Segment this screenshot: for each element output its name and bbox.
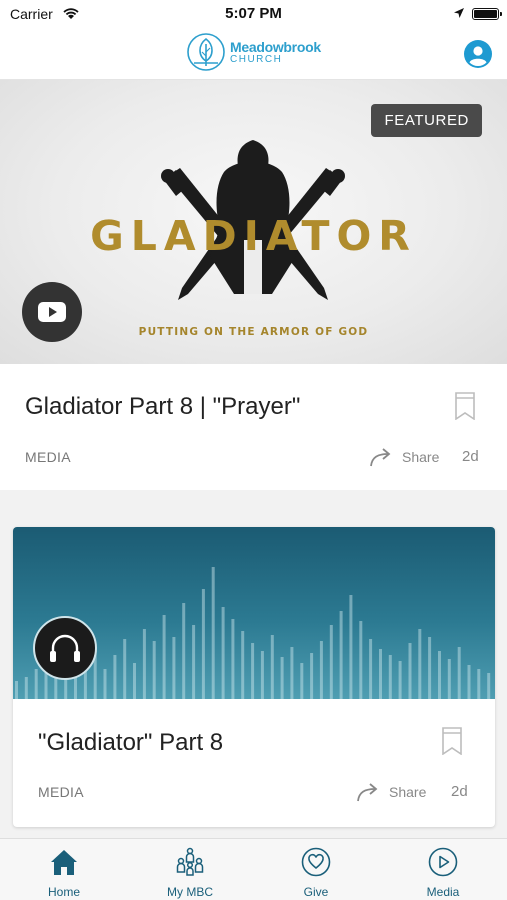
audio-card-title[interactable]: "Gladiator" Part 8 <box>38 729 223 757</box>
waveform-bar <box>418 629 422 699</box>
tab-give-label: Give <box>303 885 329 899</box>
clock: 5:07 PM <box>225 5 282 22</box>
share-arrow-icon <box>357 783 378 802</box>
waveform-bar <box>172 637 176 699</box>
share-button[interactable]: Share <box>357 782 426 802</box>
waveform-bar <box>329 625 333 699</box>
tab-media[interactable]: Media <box>393 839 493 900</box>
status-bar: Carrier 5:07 PM <box>0 0 507 28</box>
waveform-bar <box>280 657 284 699</box>
featured-card-category: MEDIA <box>25 449 71 465</box>
waveform-bar <box>182 603 186 699</box>
video-play-button[interactable] <box>22 282 82 342</box>
waveform-bar <box>260 651 264 699</box>
waveform-bar <box>241 631 245 699</box>
waveform-bar <box>231 619 235 699</box>
share-label: Share <box>402 449 440 465</box>
waveform-bar <box>398 661 402 699</box>
featured-media-card[interactable]: GLADIATOR PUTTING ON THE ARMOR OF GOD FE… <box>0 80 507 490</box>
battery-icon <box>472 8 502 20</box>
location-arrow-icon <box>454 8 464 18</box>
featured-badge: FEATURED <box>371 104 482 137</box>
waveform-bar <box>270 635 274 699</box>
audio-card-category: MEDIA <box>38 784 84 800</box>
waveform-bar <box>221 607 225 699</box>
tab-media-label: Media <box>426 885 460 899</box>
audio-waveform-banner[interactable] <box>13 527 495 699</box>
waveform-bar <box>319 641 323 699</box>
waveform-bar <box>349 595 353 699</box>
waveform-bar <box>428 637 432 699</box>
waveform-bar <box>379 649 382 699</box>
featured-hero-image[interactable]: GLADIATOR PUTTING ON THE ARMOR OF GOD FE… <box>0 80 507 364</box>
share-label: Share <box>389 784 427 800</box>
logo-subtitle: CHURCH <box>230 53 283 65</box>
tab-home-label: Home <box>47 885 80 899</box>
waveform-bar <box>487 673 491 699</box>
waveform-bar <box>103 669 107 699</box>
waveform-bar <box>369 639 373 699</box>
logo-name: Meadowbrook <box>230 38 321 55</box>
featured-card-age: 2d <box>462 448 479 465</box>
waveform-bar <box>15 681 18 699</box>
waveform-bar <box>477 669 481 699</box>
church-logo: Meadowbrook CHURCH <box>186 32 321 72</box>
waveform-bar <box>467 665 471 699</box>
waveform-bar <box>408 643 412 699</box>
waveform-bar <box>447 659 451 699</box>
waveform-bar <box>339 611 343 699</box>
waveform-bar <box>123 639 127 699</box>
headphones-icon <box>50 634 80 662</box>
waveform-bar <box>359 621 363 699</box>
audio-card-age: 2d <box>451 783 468 800</box>
tab-my-mbc-label: My MBC <box>167 885 213 899</box>
hero-series-title: GLADIATOR <box>90 212 417 260</box>
waveform-bar <box>438 651 441 699</box>
profile-icon[interactable] <box>464 40 492 68</box>
waveform-bar <box>113 655 117 699</box>
waveform-bar <box>201 589 205 699</box>
waveform-bar <box>24 677 28 699</box>
audio-play-button[interactable] <box>33 616 97 680</box>
audio-media-card[interactable]: "Gladiator" Part 8 MEDIA Share 2d <box>13 527 495 827</box>
tab-my-mbc[interactable]: My MBC <box>140 839 240 900</box>
play-icon <box>428 847 458 877</box>
featured-card-title[interactable]: Gladiator Part 8 | "Prayer" <box>25 393 300 421</box>
waveform-bar <box>162 615 166 699</box>
waveform-bar <box>310 653 314 699</box>
waveform-bar <box>388 655 392 699</box>
bookmark-icon[interactable] <box>442 727 462 755</box>
waveform-bar <box>457 647 461 699</box>
waveform-bar <box>300 663 304 699</box>
waveform-bar <box>251 643 255 699</box>
heart-icon <box>301 847 331 877</box>
share-arrow-icon <box>370 448 391 467</box>
waveform-bar <box>142 629 146 699</box>
waveform-bar <box>152 641 156 699</box>
people-icon <box>176 847 204 876</box>
tab-home[interactable]: Home <box>14 839 114 900</box>
youtube-icon <box>38 302 66 322</box>
leaf-logo-icon <box>187 33 225 71</box>
waveform-bar <box>290 647 294 699</box>
tab-give[interactable]: Give <box>266 839 366 900</box>
waveform-bar <box>133 663 136 699</box>
home-icon <box>51 850 77 875</box>
share-button[interactable]: Share <box>370 447 439 467</box>
waveform-bar <box>192 625 196 699</box>
bookmark-icon[interactable] <box>455 392 475 420</box>
bottom-tab-bar: Home My MBC Give Media <box>0 838 507 900</box>
waveform-bar <box>211 567 215 699</box>
app-header: Meadowbrook CHURCH <box>0 28 507 80</box>
